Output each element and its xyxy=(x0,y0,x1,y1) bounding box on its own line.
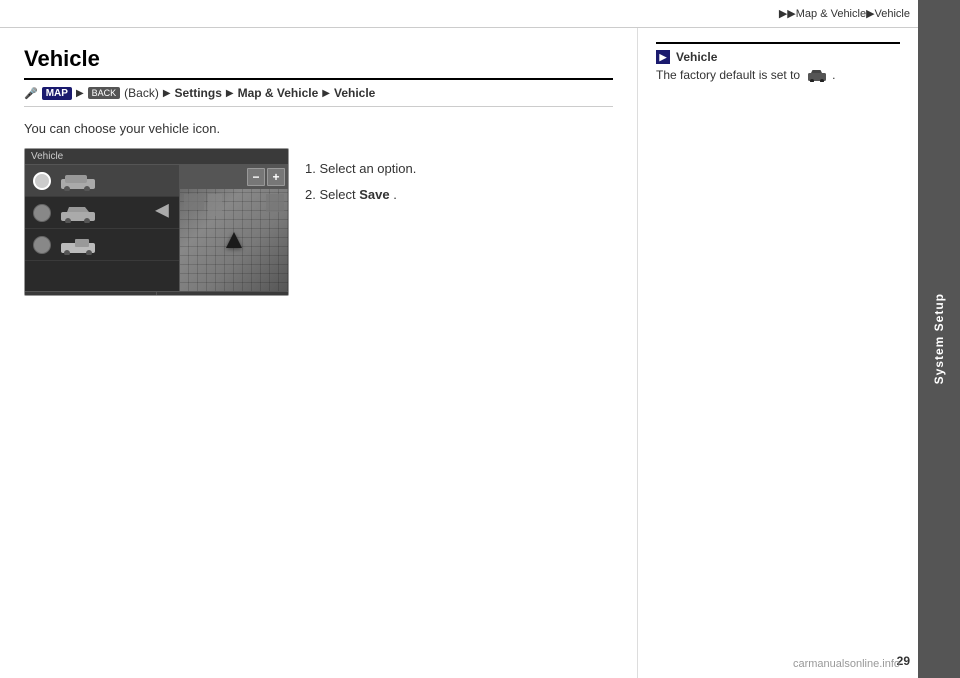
note-text: The factory default is set to . xyxy=(656,68,900,82)
default-car-icon xyxy=(807,69,827,82)
zoom-out-button[interactable]: − xyxy=(247,168,265,186)
option-radio-1[interactable] xyxy=(33,172,51,190)
nav-vehicle: Vehicle xyxy=(334,86,375,100)
note-text-content: The factory default is set to xyxy=(656,68,800,82)
note-icon: ▶ xyxy=(656,50,670,64)
nav-map-vehicle: Map & Vehicle xyxy=(238,86,319,100)
car-icon-2 xyxy=(59,203,97,223)
screen-body: ◀ xyxy=(25,165,288,291)
zoom-in-button[interactable]: + xyxy=(267,168,285,186)
description-text: You can choose your vehicle icon. xyxy=(24,121,613,136)
map-badge: MAP xyxy=(42,87,72,100)
option-radio-2[interactable] xyxy=(33,204,51,222)
arrow-2: ▶ xyxy=(163,88,171,99)
note-period: . xyxy=(832,68,835,82)
arrow-3: ▶ xyxy=(226,88,234,99)
nav-path: 🎤 MAP ▶ BACK (Back) ▶ Settings ▶ Map & V… xyxy=(24,86,613,107)
note-title: Vehicle xyxy=(676,50,717,64)
nav-left-arrow: ◀ xyxy=(155,200,169,221)
step-2-end: . xyxy=(393,187,397,202)
step-1-num: 1. xyxy=(305,161,316,176)
mic-icon: 🎤 xyxy=(24,87,38,100)
step-2-num: 2. xyxy=(305,187,316,202)
step-2-text: Select xyxy=(319,187,359,202)
save-button[interactable]: Save xyxy=(157,292,288,296)
car-icon-1 xyxy=(59,171,97,191)
left-panel: Vehicle 🎤 MAP ▶ BACK (Back) ▶ Settings ▶… xyxy=(0,28,638,678)
breadcrumb-bar: ▶▶Map & Vehicle▶Vehicle xyxy=(0,0,960,28)
screen-header: Vehicle xyxy=(25,149,288,165)
map-building-3 xyxy=(266,194,284,212)
main-content: Vehicle 🎤 MAP ▶ BACK (Back) ▶ Settings ▶… xyxy=(0,28,918,678)
cancel-button[interactable]: Cancel xyxy=(25,292,157,296)
right-panel: ▶ Vehicle The factory default is set to … xyxy=(638,28,918,678)
back-paren: (Back) xyxy=(124,86,159,100)
step-2-bold: Save xyxy=(359,187,389,202)
option-radio-3[interactable] xyxy=(33,236,51,254)
step-1-text: Select an option. xyxy=(319,161,416,176)
option-item-3[interactable] xyxy=(25,229,179,261)
arrow-1: ▶ xyxy=(76,88,84,99)
note-section: ▶ Vehicle The factory default is set to … xyxy=(656,42,900,82)
nav-settings: Settings xyxy=(175,86,222,100)
step-1: 1. Select an option. xyxy=(305,156,416,182)
sidebar-tab: System Setup xyxy=(918,0,960,678)
option-item-1[interactable] xyxy=(25,165,179,197)
screen-actions: Cancel Save xyxy=(25,291,288,296)
breadcrumb-text: ▶▶Map & Vehicle▶Vehicle xyxy=(779,7,910,20)
vehicle-screen: Vehicle ◀ xyxy=(24,148,289,296)
step-2: 2. Select Save . xyxy=(305,182,416,208)
steps-container: 1. Select an option. 2. Select Save . xyxy=(305,156,416,310)
watermark: carmanualsonline.info xyxy=(793,658,900,670)
options-list: ◀ xyxy=(25,165,180,291)
arrow-4: ▶ xyxy=(322,88,330,99)
note-header: ▶ Vehicle xyxy=(656,50,900,64)
map-area xyxy=(180,189,288,291)
back-badge: BACK xyxy=(88,87,121,99)
map-building-1 xyxy=(184,194,204,210)
map-view: − + xyxy=(180,165,288,291)
sidebar-label: System Setup xyxy=(932,293,946,384)
page-title: Vehicle xyxy=(24,46,613,80)
car-icon-3 xyxy=(59,235,97,255)
map-vehicle-marker xyxy=(226,232,242,248)
map-controls: − + xyxy=(180,165,288,189)
map-building-2 xyxy=(208,194,222,216)
